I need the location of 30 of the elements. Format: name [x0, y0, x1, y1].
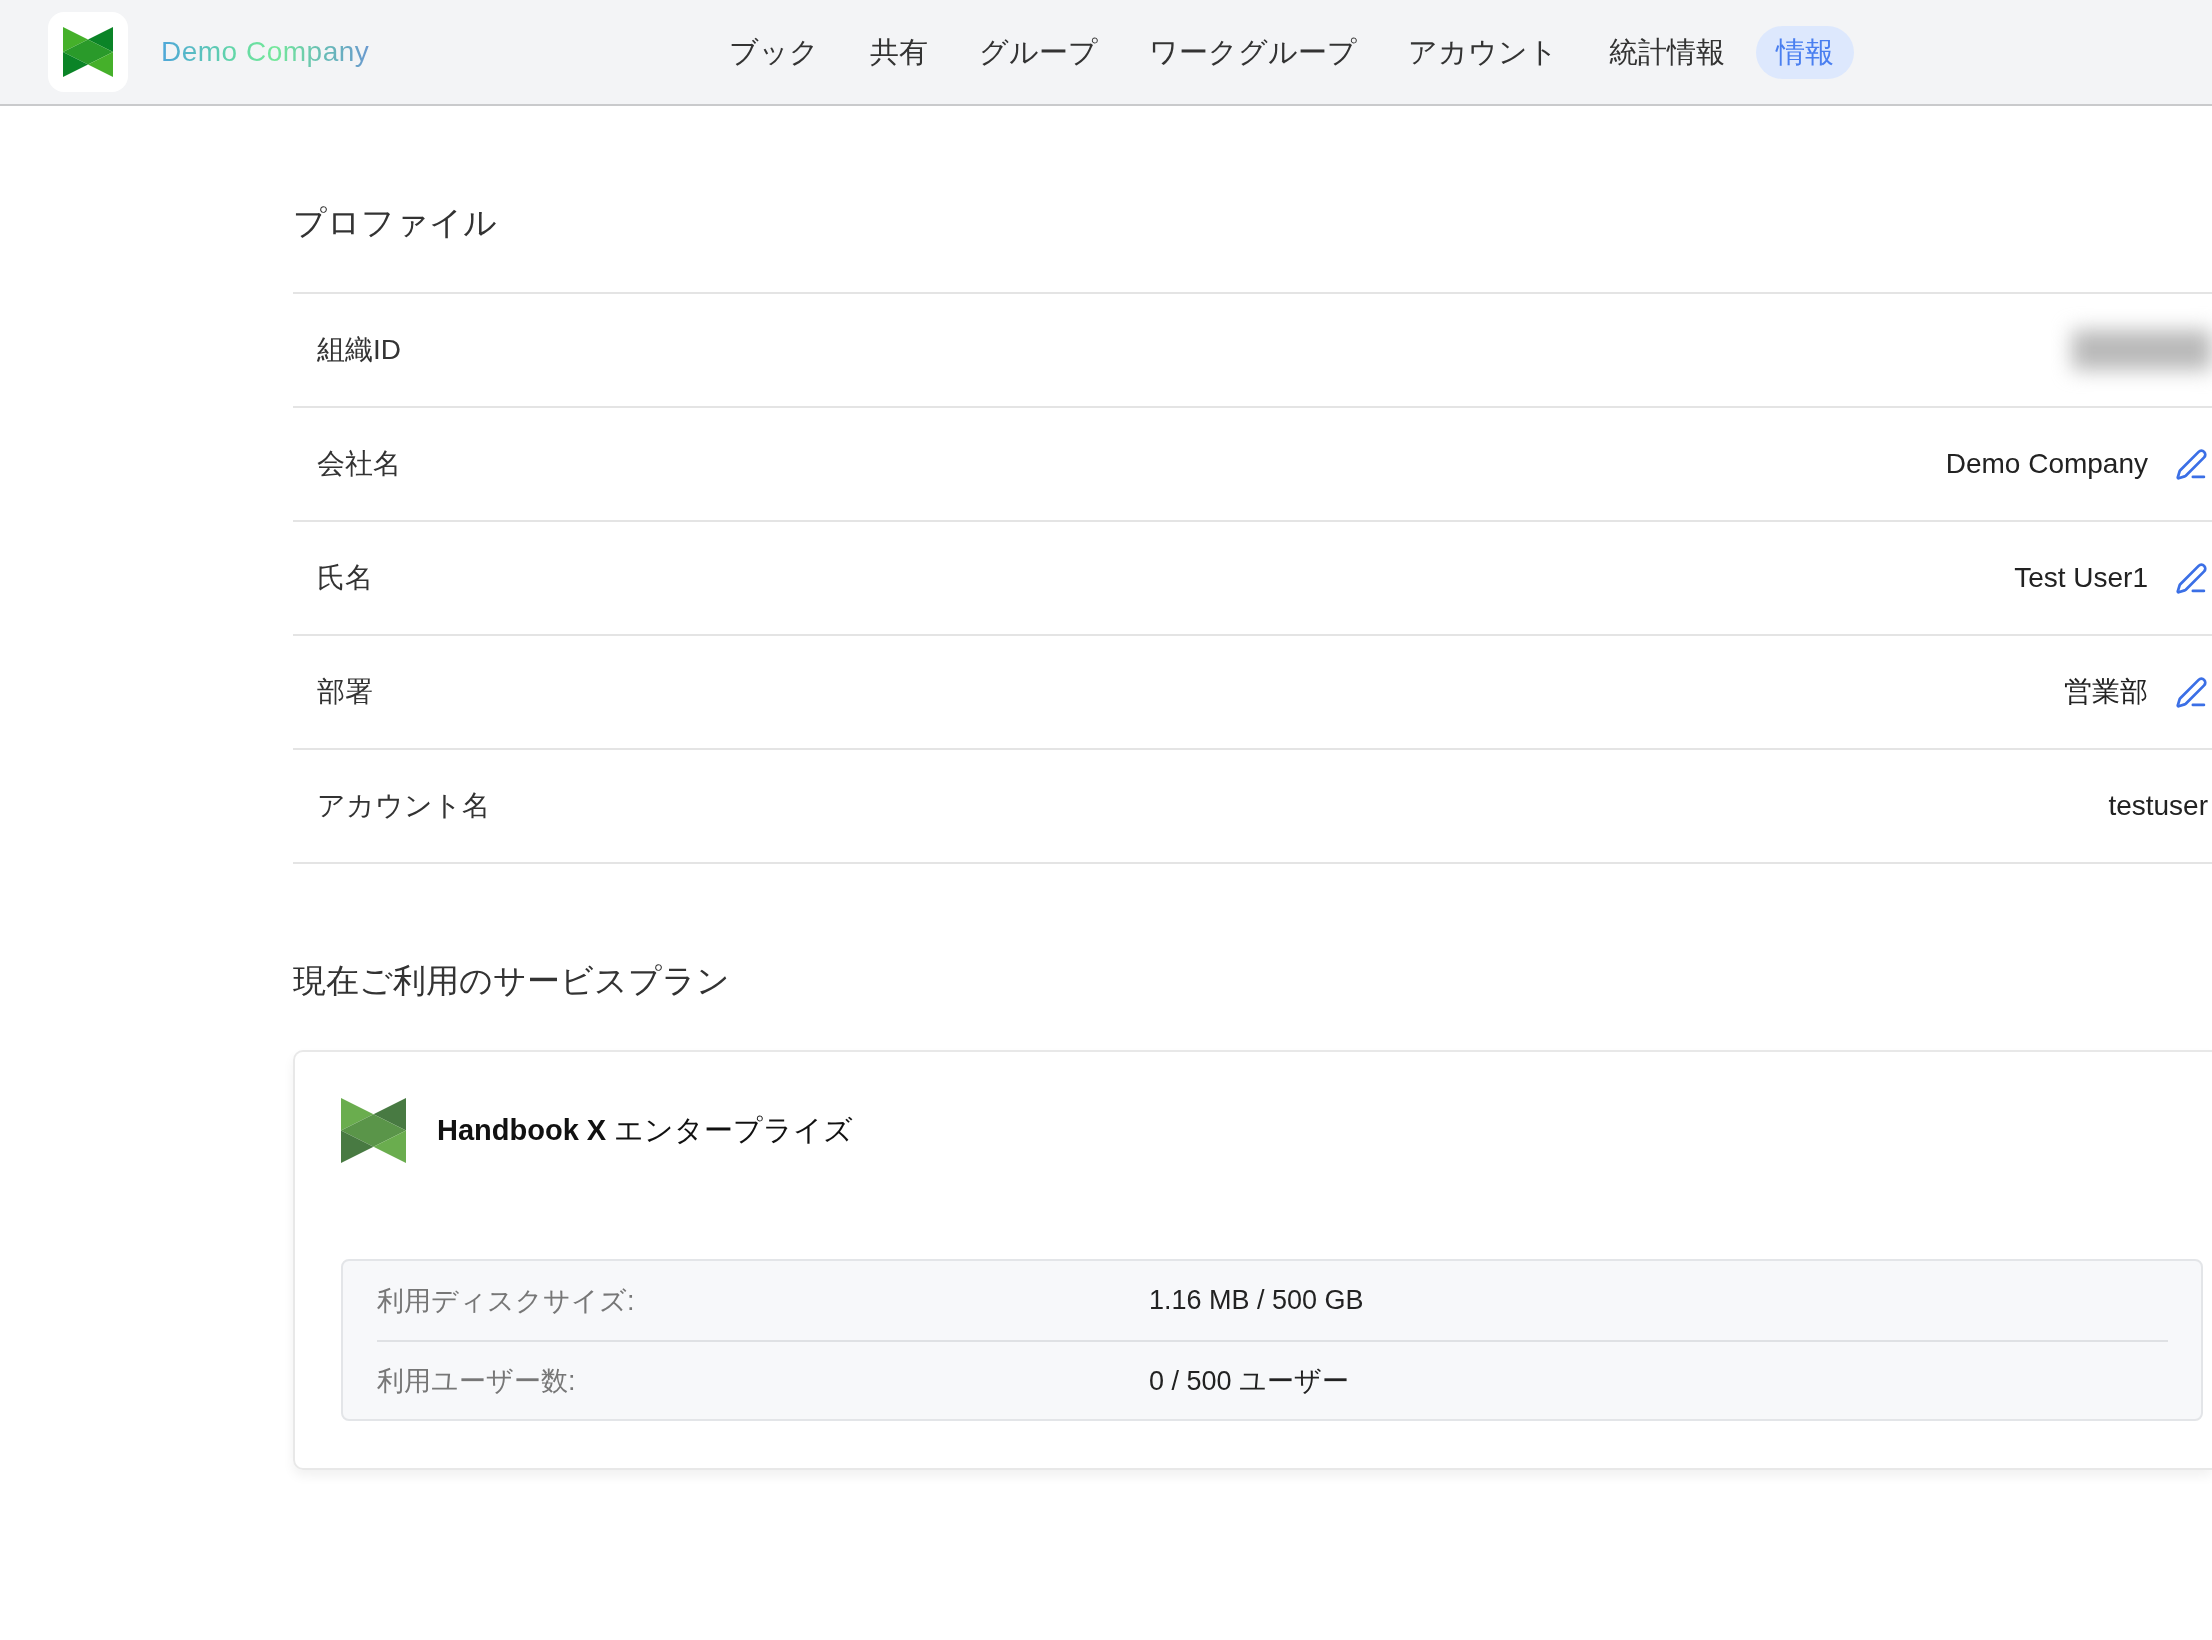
field-value: Demo Company — [1945, 448, 2148, 480]
edit-button[interactable] — [2175, 675, 2208, 709]
nav-tab[interactable]: ワークグループ — [1129, 25, 1377, 79]
nav-tab[interactable]: アカウント — [1388, 25, 1578, 79]
usage-value: 0 / 500 ユーザー — [1149, 1364, 1351, 1398]
edit-button[interactable] — [2175, 447, 2208, 481]
plan-name: Handbook X エンタープライズ — [437, 1112, 854, 1148]
bowtie-logo-icon — [48, 12, 128, 92]
pencil-icon — [2175, 675, 2208, 709]
section-title: プロファイル — [293, 203, 498, 243]
edit-button[interactable] — [2175, 561, 2208, 595]
usage-label: 利用ユーザー数: — [377, 1364, 577, 1398]
field-label: 組織ID — [317, 333, 401, 367]
field-label: 部署 — [317, 675, 373, 709]
nav-tab[interactable]: グループ — [959, 25, 1118, 79]
field-value: testuser — [2108, 790, 2208, 822]
nav-tab[interactable]: 共有 — [850, 25, 948, 79]
pencil-icon — [2175, 561, 2208, 595]
pencil-icon — [2175, 447, 2208, 481]
section-title: 現在ご利用のサービスプラン — [293, 961, 731, 1001]
field-label: 氏名 — [317, 561, 373, 595]
nav-tab[interactable]: 統計情報 — [1589, 25, 1745, 79]
field-label: 会社名 — [317, 447, 401, 481]
field-label: アカウント名 — [317, 789, 490, 823]
field-value: Test User1 — [2014, 562, 2148, 594]
nav-tab[interactable]: ブック — [709, 25, 839, 79]
usage-value: 1.16 MB / 500 GB — [1149, 1285, 1365, 1316]
bowtie-logo-icon — [341, 1098, 406, 1163]
usage-label: 利用ディスクサイズ: — [377, 1284, 636, 1318]
field-value: 営業部 — [2064, 675, 2148, 709]
